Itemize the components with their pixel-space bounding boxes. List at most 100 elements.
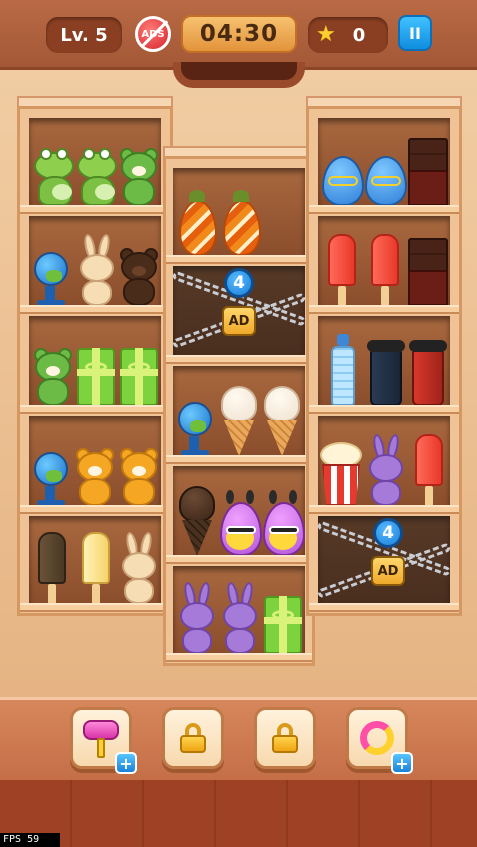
ad-label: AD xyxy=(377,563,399,579)
level-indicator: Lv. 5 xyxy=(46,17,122,53)
shelf-plank xyxy=(166,555,312,564)
watch-ad-unlock-button[interactable]: AD xyxy=(371,556,405,586)
left-slot-5[interactable] xyxy=(29,516,161,604)
globe-toy[interactable] xyxy=(31,244,73,306)
star-count: 0 xyxy=(352,24,366,46)
navy-coffee-cup[interactable] xyxy=(366,336,406,406)
red-coffee-cup[interactable] xyxy=(408,336,448,406)
pause-button[interactable]: II xyxy=(398,15,432,51)
red-popsicle[interactable] xyxy=(325,234,359,306)
globe-toy[interactable] xyxy=(175,394,217,456)
shelf-plank xyxy=(309,603,459,612)
left-slot-3[interactable] xyxy=(29,316,161,406)
vanilla-ice-cream-cone[interactable] xyxy=(218,382,260,456)
shelf-plank xyxy=(20,505,170,514)
red-popsicle[interactable] xyxy=(368,234,402,306)
star-icon: ★ xyxy=(316,22,336,47)
middle-slot-2-locked[interactable]: 4 AD xyxy=(171,266,307,356)
right-slot-4[interactable] xyxy=(318,416,450,506)
alien-egg-toy[interactable] xyxy=(261,490,305,556)
star-counter: ★ 0 xyxy=(308,17,388,53)
floor-planks xyxy=(0,780,477,847)
chocolate-ice-cream-cone[interactable] xyxy=(176,482,218,556)
shelf-plank xyxy=(309,405,459,414)
green-gift-box[interactable] xyxy=(118,344,160,406)
shelf-plank xyxy=(20,603,170,612)
green-bear-toy[interactable] xyxy=(117,142,161,206)
red-popsicle[interactable] xyxy=(412,434,446,506)
fps-counter: FPS 59 xyxy=(0,833,60,847)
orange-egg[interactable] xyxy=(219,190,263,256)
middle-slot-3[interactable] xyxy=(173,366,305,456)
shuffle-booster-button[interactable]: + xyxy=(346,707,413,774)
green-gift-box[interactable] xyxy=(262,592,304,654)
left-slot-4[interactable] xyxy=(29,416,161,506)
countdown-timer: 04:30 xyxy=(181,15,297,53)
right-slot-1[interactable] xyxy=(318,118,450,206)
fps-text: FPS 59 xyxy=(3,834,40,845)
shelf-plank xyxy=(166,455,312,464)
right-slot-2[interactable] xyxy=(318,216,450,306)
chocolate-bar[interactable] xyxy=(406,234,450,306)
add-hammer-button[interactable]: + xyxy=(115,752,137,774)
right-slot-5-locked[interactable]: 4 AD xyxy=(316,516,452,604)
shelf-plank xyxy=(309,305,459,314)
purple-bunny-toy[interactable] xyxy=(218,581,262,654)
popcorn-bucket[interactable] xyxy=(318,434,364,506)
alien-egg-toy[interactable] xyxy=(218,490,262,556)
middle-slot-4[interactable] xyxy=(173,466,305,556)
hammer-icon xyxy=(81,718,121,758)
left-shelf xyxy=(17,106,173,616)
ad-label: AD xyxy=(228,313,250,329)
padlock-icon xyxy=(272,723,298,753)
green-gift-box[interactable] xyxy=(75,344,117,406)
lock-count: 4 xyxy=(382,523,394,543)
cream-bunny-toy[interactable] xyxy=(117,531,161,604)
dark-popsicle[interactable] xyxy=(35,532,69,604)
vanilla-ice-cream-cone[interactable] xyxy=(261,382,303,456)
locked-booster-slot[interactable] xyxy=(254,707,316,769)
shelf-plank xyxy=(20,405,170,414)
middle-slot-1[interactable] xyxy=(173,168,305,256)
purple-bunny-toy[interactable] xyxy=(364,433,408,506)
frog-toy[interactable] xyxy=(75,144,117,206)
cream-popsicle[interactable] xyxy=(79,532,113,604)
no-ads-label: ADS xyxy=(141,28,165,40)
brown-bear-toy[interactable] xyxy=(117,242,161,306)
purple-bunny-toy[interactable] xyxy=(175,581,219,654)
blue-egg-toy[interactable] xyxy=(320,148,364,206)
frog-toy[interactable] xyxy=(32,144,74,206)
orange-egg[interactable] xyxy=(175,190,219,256)
hammer-booster-button[interactable]: + xyxy=(70,707,137,774)
left-slot-2[interactable] xyxy=(29,216,161,306)
lock-count-badge: 4 xyxy=(224,268,254,298)
left-slot-1[interactable] xyxy=(29,118,161,206)
watch-ad-unlock-button[interactable]: AD xyxy=(222,306,256,336)
right-slot-3[interactable] xyxy=(318,316,450,406)
game-screen: Lv. 5 ADS 04:30 ★ 0 II 4 AD 4 AD + + FPS… xyxy=(0,0,477,847)
add-shuffle-button[interactable]: + xyxy=(391,752,413,774)
right-shelf: 4 AD xyxy=(306,106,462,616)
chocolate-bar[interactable] xyxy=(406,134,450,206)
locked-booster-slot[interactable] xyxy=(162,707,224,769)
shelf-plank xyxy=(20,205,170,214)
green-bear-toy[interactable] xyxy=(31,342,75,406)
globe-toy[interactable] xyxy=(31,444,73,506)
shelf-plank xyxy=(20,305,170,314)
shelf-plank xyxy=(166,653,312,662)
timer-text: 04:30 xyxy=(199,21,279,47)
plus-icon: + xyxy=(119,753,133,773)
no-ads-button[interactable]: ADS xyxy=(135,16,171,52)
middle-slot-5[interactable] xyxy=(173,566,305,654)
plus-icon: + xyxy=(395,753,409,773)
lock-count-badge: 4 xyxy=(373,518,403,548)
lock-count: 4 xyxy=(233,273,245,293)
pause-icon: II xyxy=(409,23,421,43)
blue-egg-toy[interactable] xyxy=(363,148,407,206)
orange-bear-toy[interactable] xyxy=(117,442,161,506)
shelf-plank xyxy=(309,205,459,214)
cream-bunny-toy[interactable] xyxy=(75,233,119,306)
water-bottle[interactable] xyxy=(326,334,360,406)
orange-bear-toy[interactable] xyxy=(73,442,117,506)
progress-track xyxy=(181,62,297,80)
